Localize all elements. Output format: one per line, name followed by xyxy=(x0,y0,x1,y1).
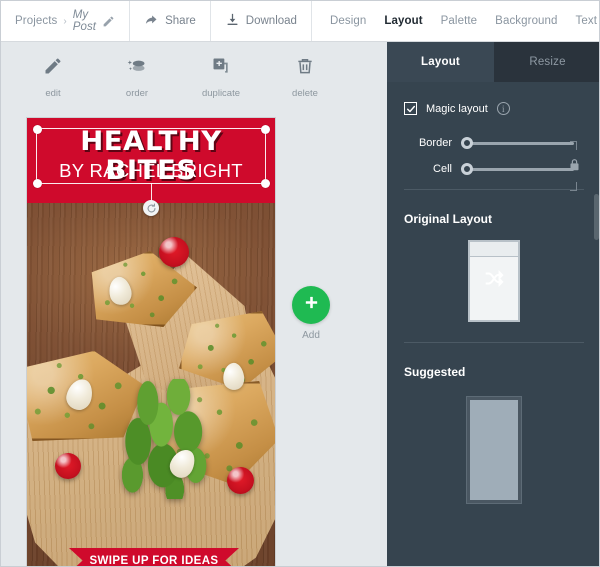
swipe-up-ribbon[interactable]: SWIPE UP FOR IDEAS xyxy=(69,548,239,567)
panel-tabs: Layout Resize xyxy=(387,42,599,82)
add-label: Add xyxy=(302,330,320,341)
border-slider-label: Border xyxy=(418,137,452,149)
duplicate-plus-icon xyxy=(211,56,231,81)
original-layout-thumbnail[interactable] xyxy=(468,240,520,322)
panel-divider-2 xyxy=(404,342,584,343)
object-toolbar: edit order duplicate delete xyxy=(1,45,387,105)
rotate-icon[interactable] xyxy=(143,200,159,216)
share-arrow-icon xyxy=(144,12,159,30)
cherry-tomato xyxy=(159,237,189,267)
magic-layout-row: Magic layout i xyxy=(404,102,584,115)
breadcrumb: Projects › My Post xyxy=(1,1,131,41)
trash-icon xyxy=(295,56,315,81)
panel-tab-resize[interactable]: Resize xyxy=(494,42,599,82)
add-control: Add xyxy=(283,286,339,341)
border-slider-row: Border xyxy=(404,137,584,149)
top-toolbar: Projects › My Post Share Download Design… xyxy=(1,1,599,42)
breadcrumb-projects[interactable]: Projects xyxy=(15,15,57,27)
app-root: Projects › My Post Share Download Design… xyxy=(0,0,600,567)
magic-layout-label: Magic layout xyxy=(426,102,488,115)
download-label: Download xyxy=(245,15,297,27)
download-icon xyxy=(225,12,240,30)
original-layout-title: Original Layout xyxy=(404,212,493,226)
bracket-top xyxy=(570,141,577,150)
selection-box[interactable] xyxy=(32,124,270,216)
right-panel: Layout Resize Magic layout i Border Cell… xyxy=(387,42,599,566)
herb-garnish xyxy=(119,379,215,499)
bracket-bottom xyxy=(570,182,577,191)
resize-handle-bottom-left[interactable] xyxy=(32,178,42,188)
delete-button[interactable]: delete xyxy=(281,45,329,99)
slider-group: Border Cell xyxy=(404,137,584,191)
ribbon-label: SWIPE UP FOR IDEAS xyxy=(89,554,219,567)
duplicate-button[interactable]: duplicate xyxy=(197,45,245,99)
canvas-area: edit order duplicate delete HEALTHY BITE… xyxy=(1,42,387,567)
tab-text[interactable]: Text xyxy=(576,13,598,29)
info-icon[interactable]: i xyxy=(496,102,510,115)
border-slider[interactable] xyxy=(461,137,574,149)
link-lock-control[interactable] xyxy=(568,141,588,191)
download-button[interactable]: Download xyxy=(211,1,312,41)
border-slider-thumb[interactable] xyxy=(461,137,473,149)
suggested-title: Suggested xyxy=(404,365,466,379)
panel-scrollbar[interactable] xyxy=(594,194,599,240)
edit-label: edit xyxy=(45,88,61,99)
cell-slider-thumb[interactable] xyxy=(461,163,473,175)
breadcrumb-separator: › xyxy=(63,15,67,27)
cherry-tomato xyxy=(55,453,81,479)
magic-layout-checkbox[interactable] xyxy=(404,102,417,115)
shuffle-icon xyxy=(481,268,507,295)
plus-icon xyxy=(303,294,320,316)
tab-background[interactable]: Background xyxy=(495,13,557,29)
duplicate-label: duplicate xyxy=(201,88,241,99)
suggested-layout-thumbnail[interactable] xyxy=(466,396,522,504)
poster-canvas[interactable]: HEALTHY BITES BY RACHEL BRIGHT SWIPE UP … xyxy=(27,118,275,567)
panel-divider xyxy=(404,189,584,190)
pencil-icon[interactable] xyxy=(102,15,115,28)
panel-tab-layout[interactable]: Layout xyxy=(387,42,494,82)
edit-button[interactable]: edit xyxy=(29,45,77,99)
tab-palette[interactable]: Palette xyxy=(441,13,478,29)
share-label: Share xyxy=(165,15,196,27)
panel-body: Magic layout i Border Cell Original Layo… xyxy=(387,82,599,504)
layers-order-icon xyxy=(127,56,147,81)
resize-handle-top-left[interactable] xyxy=(32,124,42,134)
cell-slider-label: Cell xyxy=(433,163,452,175)
order-button[interactable]: order xyxy=(113,45,161,99)
share-button[interactable]: Share xyxy=(130,1,211,41)
poster-photo[interactable] xyxy=(27,203,275,566)
cherry-tomato xyxy=(227,467,254,494)
tab-design[interactable]: Design xyxy=(330,13,366,29)
nav-tabs: Design Layout Palette Background Text xyxy=(312,1,599,41)
tab-layout[interactable]: Layout xyxy=(384,13,422,29)
breadcrumb-current[interactable]: My Post xyxy=(73,9,96,33)
cell-slider[interactable] xyxy=(461,163,574,175)
add-button[interactable] xyxy=(292,286,330,324)
thumbnail-header-strip xyxy=(470,242,518,257)
pencil-icon xyxy=(43,56,63,81)
order-label: order xyxy=(125,88,149,99)
delete-label: delete xyxy=(292,88,318,99)
lock-icon[interactable] xyxy=(568,157,581,177)
resize-handle-bottom-right[interactable] xyxy=(260,178,270,188)
resize-handle-top-right[interactable] xyxy=(260,124,270,134)
cell-slider-row: Cell xyxy=(404,163,584,175)
